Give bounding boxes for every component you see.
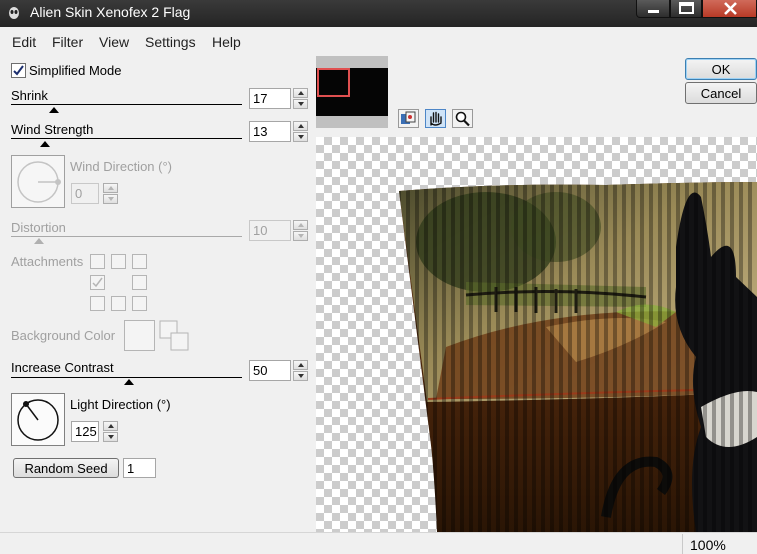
menu-view[interactable]: View	[99, 34, 129, 50]
wind-direction-field: 0	[71, 183, 99, 204]
shrink-spinner[interactable]	[293, 88, 308, 109]
ok-button[interactable]: OK	[685, 58, 757, 80]
status-bar: 100%	[0, 532, 757, 554]
shrink-label: Shrink	[11, 88, 48, 103]
background-color-label: Background Color	[11, 328, 116, 343]
increase-contrast-field[interactable]: 50	[249, 360, 291, 381]
distortion-label: Distortion	[11, 220, 66, 235]
increase-contrast-label: Increase Contrast	[11, 360, 114, 375]
preview-canvas[interactable]	[316, 137, 757, 532]
zoom-tool-button[interactable]	[452, 109, 473, 128]
wind-strength-slider-thumb[interactable]	[40, 141, 50, 147]
wind-direction-spinner	[103, 183, 118, 204]
light-direction-field[interactable]: 125	[71, 421, 99, 442]
flag-preview-image	[399, 182, 757, 532]
light-direction-spinner[interactable]	[103, 421, 118, 442]
distortion-slider-track	[11, 236, 242, 237]
wind-direction-dial	[11, 155, 65, 208]
menu-edit[interactable]: Edit	[12, 34, 36, 50]
menu-bar: Edit Filter View Settings Help	[0, 27, 757, 55]
swap-colors-icon	[159, 320, 189, 351]
distortion-slider-thumb	[34, 238, 44, 244]
increase-contrast-slider-track[interactable]	[11, 377, 242, 378]
simplified-mode-checkbox[interactable]	[11, 63, 26, 78]
menu-settings[interactable]: Settings	[145, 34, 196, 50]
wind-strength-label: Wind Strength	[11, 122, 94, 137]
wind-strength-field[interactable]: 13	[249, 121, 291, 142]
direction-dial-icon	[17, 399, 59, 441]
attachments-label: Attachments	[11, 254, 84, 269]
attachment-box	[90, 296, 105, 311]
checkmark-icon	[92, 277, 103, 288]
simplified-mode-label: Simplified Mode	[29, 63, 122, 78]
checkmark-icon	[13, 65, 24, 76]
minimize-button[interactable]	[636, 0, 670, 18]
attachment-box	[132, 254, 147, 269]
menu-filter[interactable]: Filter	[52, 34, 83, 50]
shrink-slider-track[interactable]	[11, 104, 242, 105]
maximize-icon	[679, 2, 694, 14]
shrink-slider-thumb[interactable]	[49, 107, 59, 113]
attachment-box	[111, 296, 126, 311]
increase-contrast-spinner[interactable]	[293, 360, 308, 381]
close-icon	[724, 2, 737, 15]
minimize-icon	[648, 10, 659, 13]
app-icon	[9, 7, 19, 19]
attachment-box	[132, 275, 147, 290]
hand-tool-button[interactable]	[425, 109, 446, 128]
attachment-box	[90, 254, 105, 269]
preview-thumbnail[interactable]	[316, 56, 388, 128]
maximize-button[interactable]	[670, 0, 702, 18]
hand-icon	[430, 111, 442, 126]
zoom-level: 100%	[690, 537, 726, 553]
distortion-field: 10	[249, 220, 291, 241]
increase-contrast-slider-thumb[interactable]	[124, 379, 134, 385]
wind-strength-spinner[interactable]	[293, 121, 308, 142]
background-color-swatch	[124, 320, 155, 351]
window-title: Alien Skin Xenofex 2 Flag	[30, 4, 191, 20]
magnifier-icon	[455, 111, 470, 127]
menu-help[interactable]: Help	[212, 34, 241, 50]
status-divider	[682, 534, 683, 554]
distortion-spinner	[293, 220, 308, 241]
compare-icon	[401, 111, 416, 124]
wind-direction-label: Wind Direction (°)	[70, 159, 172, 174]
attachment-box-checked	[90, 275, 105, 290]
random-seed-field[interactable]: 1	[123, 458, 156, 478]
wind-strength-slider-track[interactable]	[11, 138, 242, 139]
shrink-field[interactable]: 17	[249, 88, 291, 109]
attachment-box	[132, 296, 147, 311]
light-direction-label: Light Direction (°)	[70, 397, 171, 412]
title-bar: Alien Skin Xenofex 2 Flag	[0, 0, 757, 27]
close-button[interactable]	[702, 0, 757, 18]
compare-tool-button[interactable]	[398, 109, 419, 128]
thumbnail-viewport-frame[interactable]	[317, 68, 350, 97]
cancel-button[interactable]: Cancel	[685, 82, 757, 104]
direction-dial-icon	[17, 161, 61, 203]
attachment-box	[111, 254, 126, 269]
random-seed-button[interactable]: Random Seed	[13, 458, 119, 478]
light-direction-dial[interactable]	[11, 393, 65, 446]
